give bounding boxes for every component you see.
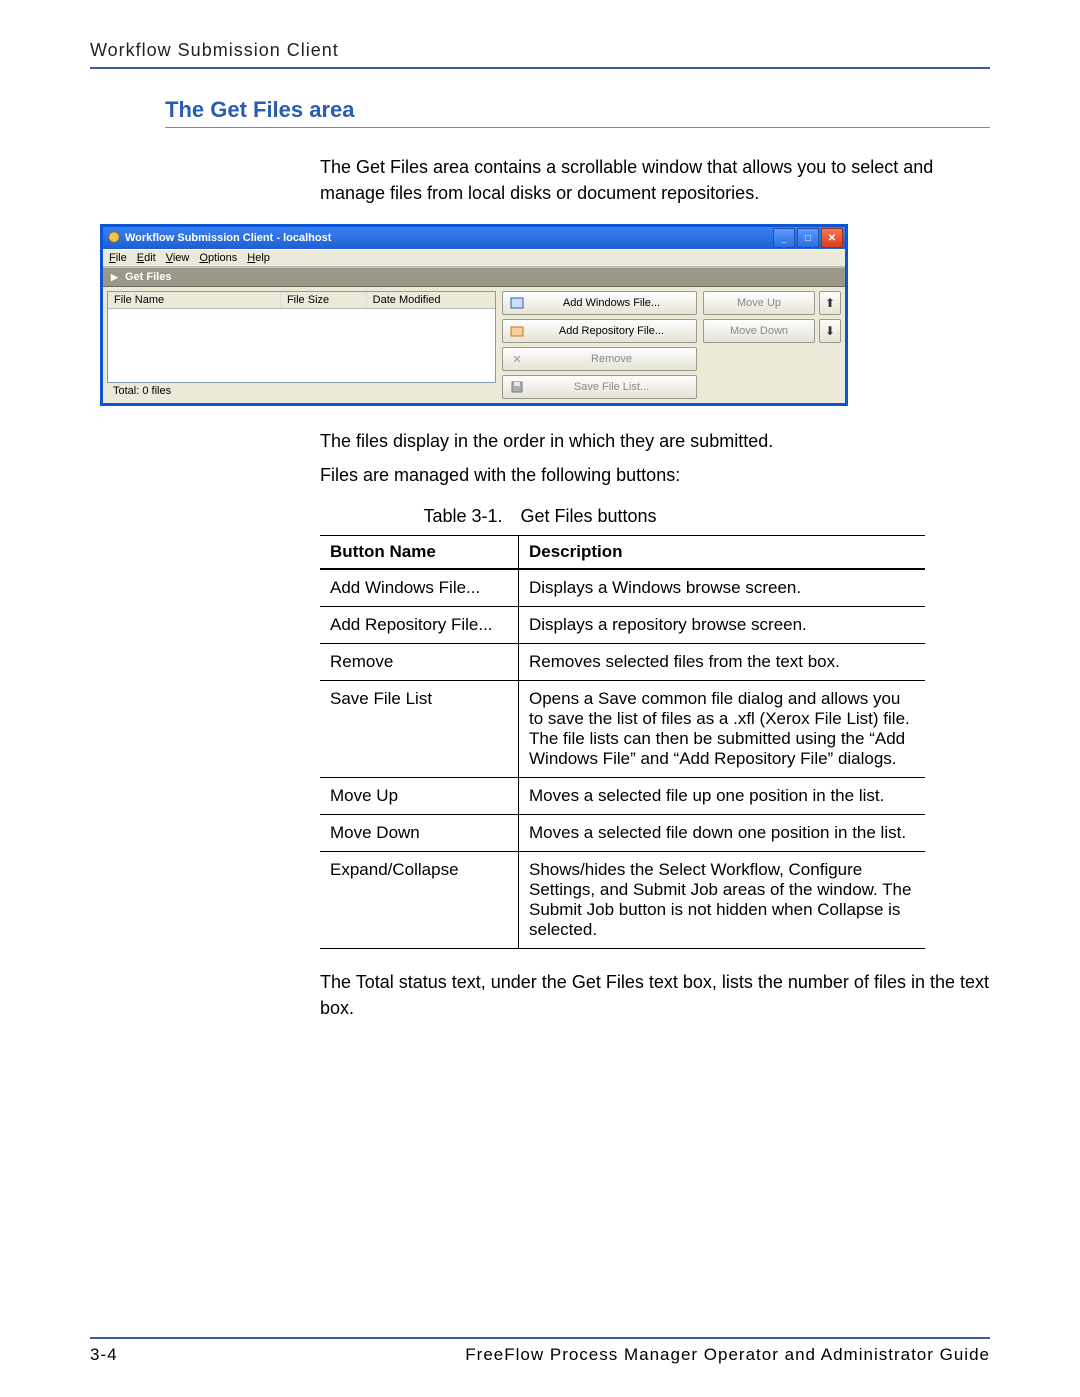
cell-button-name: Save File List (320, 681, 519, 778)
save-file-list-label: Save File List... (533, 381, 690, 393)
menu-help[interactable]: Help (247, 252, 270, 264)
footer-doc-title: FreeFlow Process Manager Operator and Ad… (465, 1345, 990, 1365)
cell-button-name: Add Windows File... (320, 569, 519, 607)
add-repository-file-label: Add Repository File... (533, 325, 690, 337)
table-row: Add Windows File...Displays a Windows br… (320, 569, 925, 607)
move-down-button[interactable]: Move Down (703, 319, 815, 343)
section-title: The Get Files area (165, 97, 990, 128)
post-paragraph-2: Files are managed with the following but… (320, 462, 990, 488)
save-icon (509, 380, 525, 394)
add-repository-file-icon (509, 324, 525, 338)
table-row: Save File ListOpens a Save common file d… (320, 681, 925, 778)
cell-button-name: Add Repository File... (320, 607, 519, 644)
cell-description: Removes selected files from the text box… (519, 644, 926, 681)
cell-button-name: Expand/Collapse (320, 852, 519, 949)
move-down-arrow-icon[interactable]: ⬇ (819, 319, 841, 343)
add-windows-file-button[interactable]: Add Windows File... (502, 291, 697, 315)
col-date-modified[interactable]: Date Modified (367, 292, 495, 308)
get-files-buttons-table: Button Name Description Add Windows File… (320, 535, 925, 949)
get-files-bar[interactable]: ▶ Get Files (103, 267, 845, 287)
table-caption: Table 3-1. Get Files buttons (90, 506, 990, 527)
save-file-list-button[interactable]: Save File List... (502, 375, 697, 399)
th-button-name: Button Name (320, 536, 519, 570)
menu-options[interactable]: Options (199, 252, 237, 264)
move-up-button[interactable]: Move Up (703, 291, 815, 315)
expand-collapse-icon[interactable]: ▶ (111, 272, 118, 282)
cell-description: Displays a repository browse screen. (519, 607, 926, 644)
page-number: 3-4 (90, 1345, 118, 1365)
menu-bar: File Edit View Options Help (103, 249, 845, 267)
running-header: Workflow Submission Client (90, 40, 990, 69)
cell-button-name: Move Up (320, 778, 519, 815)
close-button[interactable]: ✕ (821, 228, 843, 248)
table-row: Move UpMoves a selected file up one posi… (320, 778, 925, 815)
move-up-arrow-icon[interactable]: ⬆ (819, 291, 841, 315)
menu-view[interactable]: View (166, 252, 190, 264)
col-file-size[interactable]: File Size (281, 292, 367, 308)
add-windows-file-icon (509, 296, 525, 310)
cell-description: Opens a Save common file dialog and allo… (519, 681, 926, 778)
remove-label: Remove (533, 353, 690, 365)
add-repository-file-button[interactable]: Add Repository File... (502, 319, 697, 343)
table-row: Expand/CollapseShows/hides the Select Wo… (320, 852, 925, 949)
file-list[interactable]: File Name File Size Date Modified (107, 291, 496, 383)
th-description: Description (519, 536, 926, 570)
maximize-button[interactable]: □ (797, 228, 819, 248)
intro-paragraph: The Get Files area contains a scrollable… (320, 154, 990, 206)
cell-description: Shows/hides the Select Workflow, Configu… (519, 852, 926, 949)
cell-description: Displays a Windows browse screen. (519, 569, 926, 607)
window-title: Workflow Submission Client - localhost (125, 232, 331, 244)
post-paragraph-1: The files display in the order in which … (320, 428, 990, 454)
table-row: RemoveRemoves selected files from the te… (320, 644, 925, 681)
cell-button-name: Remove (320, 644, 519, 681)
add-windows-file-label: Add Windows File... (533, 297, 690, 309)
cell-button-name: Move Down (320, 815, 519, 852)
app-window: Workflow Submission Client - localhost _… (100, 224, 848, 406)
minimize-button[interactable]: _ (773, 228, 795, 248)
menu-file[interactable]: File (109, 252, 127, 264)
col-file-name[interactable]: File Name (108, 292, 281, 308)
cell-description: Moves a selected file down one position … (519, 815, 926, 852)
remove-icon: ✕ (509, 353, 525, 366)
remove-button[interactable]: ✕ Remove (502, 347, 697, 371)
table-row: Move DownMoves a selected file down one … (320, 815, 925, 852)
cell-description: Moves a selected file up one position in… (519, 778, 926, 815)
total-files-text: Total: 0 files (107, 383, 496, 399)
titlebar[interactable]: Workflow Submission Client - localhost _… (103, 227, 845, 249)
app-icon (107, 230, 121, 247)
get-files-label: Get Files (125, 271, 171, 283)
menu-edit[interactable]: Edit (137, 252, 156, 264)
closing-paragraph: The Total status text, under the Get Fil… (320, 969, 990, 1021)
table-row: Add Repository File...Displays a reposit… (320, 607, 925, 644)
